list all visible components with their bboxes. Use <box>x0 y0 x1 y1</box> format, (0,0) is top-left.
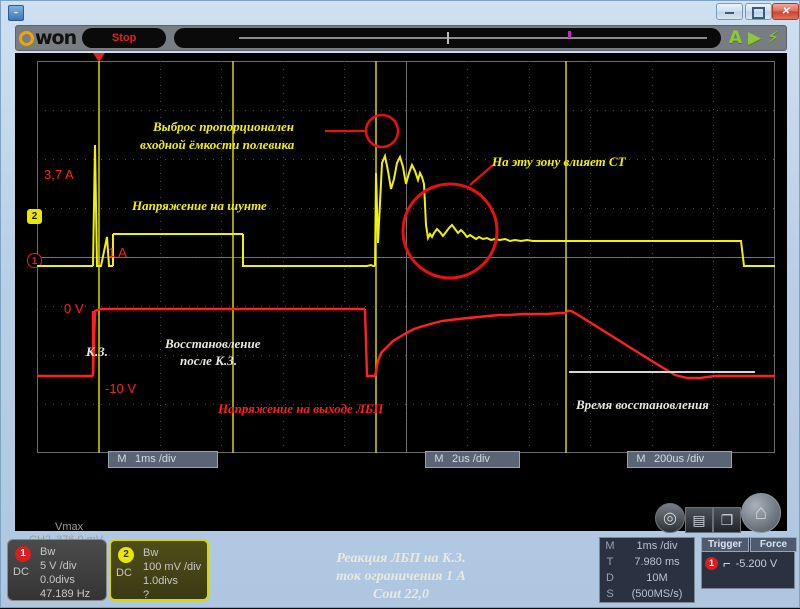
scope-window: ⌁ ✕ won Stop A ▶ ⚡ 2 1 Выброс пропорцион… <box>0 0 800 608</box>
app-icon: ⌁ <box>8 5 24 21</box>
timebase-key-t: T <box>606 556 614 568</box>
position-track <box>239 37 707 39</box>
timebase-panel[interactable]: M 1ms /div T 7.980 ms D 10M S (500MS/s) <box>599 537 695 603</box>
annotation-overshoot-line2: входной ёмкости полевика <box>140 137 295 152</box>
trigger-panel[interactable]: Trigger Force 1 ⌐ -5.200 V <box>701 537 797 589</box>
trigger-source-badge: 1 <box>705 557 718 570</box>
callout-circle-overshoot <box>364 113 400 149</box>
timebase-row-s: S (500MS/s) <box>600 586 694 602</box>
timebase-value-s: (500MS/s) <box>631 588 683 600</box>
timebase-badge-1[interactable]: M 1ms /div <box>108 451 218 468</box>
annotation-recovery-line1: Восстановление <box>165 336 261 351</box>
minimize-icon <box>725 9 734 14</box>
horizontal-position-bar[interactable] <box>174 28 721 48</box>
annotation-recovery-time: Время восстановления <box>576 397 709 412</box>
minimize-button[interactable] <box>716 3 743 20</box>
channel-2-bandwidth: Bw <box>143 547 159 559</box>
timebase-key-m: M <box>605 540 615 552</box>
bolt-icon[interactable]: ⚡ <box>767 29 779 47</box>
close-button[interactable]: ✕ <box>772 3 799 20</box>
position-center-tick <box>447 32 450 44</box>
home-icon[interactable]: ⌂ <box>741 493 781 533</box>
position-marker[interactable] <box>567 31 571 38</box>
play-icon[interactable]: ▶ <box>748 29 761 47</box>
annotation-shunt-voltage: Напряжение на шунте <box>132 198 267 213</box>
trigger-level-value: -5.200 V <box>735 557 778 570</box>
owon-logo: won <box>19 26 77 49</box>
channel-2-scale: 100 mV /div <box>143 561 202 573</box>
channel-2-frequency: ? <box>143 589 150 601</box>
ch1-trace <box>37 307 775 380</box>
timebase-value-d: 10M <box>646 572 668 584</box>
timebase-badge-3[interactable]: M 200us /div <box>627 451 732 468</box>
zoom-measure-icon[interactable]: ◎ <box>655 503 685 533</box>
logo-text: won <box>35 26 77 49</box>
timebase-badge-1-value: 1ms /div <box>135 453 176 465</box>
timebase-badge-1-m: M <box>117 453 127 465</box>
bottom-status-bar: 1 DC Bw 5 V /div 0.0divs 47.189 Hz 2 DC … <box>1 531 800 609</box>
trigger-settings-row: 1 ⌐ -5.200 V <box>705 556 777 571</box>
value-label-1a: 1 A <box>108 245 127 260</box>
timebase-value-m: 1ms /div <box>636 540 678 552</box>
annotation-output-voltage: Напряжение на выходе ЛБП <box>218 401 384 416</box>
timebase-row-t: T 7.980 ms <box>600 554 694 570</box>
timebase-row-d: D 10M <box>600 570 694 586</box>
trigger-tab[interactable]: Trigger <box>701 537 749 552</box>
rising-edge-icon: ⌐ <box>723 556 731 571</box>
save-icon[interactable]: ▤ <box>685 507 713 533</box>
channel-1-panel[interactable]: 1 DC Bw 5 V /div 0.0divs 47.189 Hz <box>7 539 107 601</box>
value-label-3-7a: 3,7 A <box>44 167 74 182</box>
channel-2-offset: 1.0divs <box>143 575 178 587</box>
annotation-recovery-line2: после К.З. <box>180 353 238 368</box>
annotation-short-circuit: К.З. <box>86 344 108 359</box>
timebase-key-s: S <box>606 588 614 600</box>
annotation-ct-zone: На эту зону влияет СТ <box>492 154 626 169</box>
maximize-icon <box>752 7 765 19</box>
timebase-badge-2[interactable]: M 2us /div <box>425 451 520 468</box>
channel-1-badge: 1 <box>15 546 31 562</box>
timebase-key-d: D <box>606 572 614 584</box>
value-label-0v: 0 V <box>64 301 84 316</box>
auto-icon[interactable]: A <box>729 29 742 47</box>
timebase-badge-2-value: 2us /div <box>452 453 490 465</box>
channel-1-offset: 0.0divs <box>40 574 75 586</box>
channel-2-badge: 2 <box>118 547 134 563</box>
close-icon: ✕ <box>781 6 790 17</box>
timebase-badge-2-m: M <box>434 453 444 465</box>
logo-o-icon <box>19 30 34 46</box>
timebase-value-t: 7.980 ms <box>634 556 680 568</box>
channel-1-scale: 5 V /div <box>40 560 77 572</box>
maximize-button[interactable] <box>745 3 772 20</box>
value-label-minus-10v: -10 V <box>105 381 137 396</box>
screen-icon-bar: ◎ ▤ ❐ ⌂ <box>655 493 781 533</box>
callout-leader-ct-zone <box>469 164 494 186</box>
scope-display[interactable]: 2 1 Выброс пропорционален входной ёмкост… <box>15 53 787 602</box>
channel-2-panel[interactable]: 2 DC Bw 100 mV /div 1.0divs ? <box>109 539 209 601</box>
channel-1-bandwidth: Bw <box>40 546 56 558</box>
timebase-row-m: M 1ms /div <box>600 538 694 554</box>
toolbar-icons: A ▶ ⚡ <box>729 29 779 47</box>
copy-window-icon[interactable]: ❐ <box>713 507 741 533</box>
timebase-badge-3-m: M <box>636 453 646 465</box>
scope-toolbar: won Stop A ▶ ⚡ <box>15 25 787 51</box>
channel-2-coupling: DC <box>116 567 132 579</box>
force-trigger-button[interactable]: Force <box>750 537 797 552</box>
window-titlebar: ⌁ ✕ <box>1 1 800 23</box>
run-stop-button[interactable]: Stop <box>82 28 167 48</box>
channel-1-frequency: 47.189 Hz <box>40 588 91 600</box>
timebase-badge-3-value: 200us /div <box>654 453 705 465</box>
callout-circle-ct-zone <box>401 182 499 280</box>
channel-1-coupling: DC <box>13 566 29 578</box>
annotation-overshoot-line1: Выброс пропорционален <box>153 119 294 134</box>
